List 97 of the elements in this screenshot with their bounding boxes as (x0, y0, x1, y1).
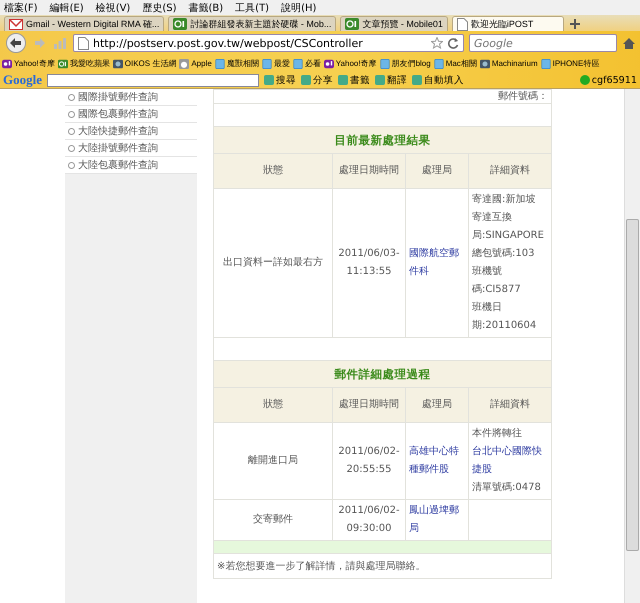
page-icon (456, 18, 468, 30)
bookmark-item[interactable]: Yahoo!奇摩 (2, 58, 55, 69)
menu-item[interactable]: 書籤(B) (188, 0, 224, 14)
site-icon (58, 58, 68, 68)
status-cell: 離開進口局 (214, 422, 332, 500)
bookmark-item[interactable]: 我愛吃蘋果 (58, 58, 110, 69)
square-icon (301, 75, 311, 85)
bullet-icon (68, 94, 75, 100)
menu-item[interactable]: 檢視(V) (96, 0, 130, 14)
sidebar-link[interactable]: 大陸掛號郵件查詢 (65, 140, 197, 157)
bookmark-item[interactable]: Machinarium (480, 58, 538, 68)
browser-tab[interactable]: Gmail - Western Digital RMA 確... (4, 16, 164, 31)
plus-icon (568, 17, 582, 31)
field-label: 郵件號碼： (498, 91, 548, 102)
bookmark-item[interactable]: 最愛 (262, 58, 290, 69)
column-header: 處理日期時間 (332, 154, 406, 188)
page-icon (78, 36, 89, 50)
bar-chart-icon (52, 36, 68, 50)
menu-item[interactable]: 檔案(F) (4, 0, 38, 14)
column-header: 處理局 (406, 154, 468, 188)
scrollbar-thumb[interactable] (626, 219, 639, 551)
office-link[interactable]: 國際航空郵件科 (406, 188, 468, 338)
bullet-icon (68, 162, 75, 168)
folder-icon (540, 58, 551, 68)
status-cell: 出口資料ー詳如最右方 (214, 188, 332, 338)
bookmark-item[interactable]: 魔獸相關 (214, 58, 259, 69)
bookmark-item[interactable]: 朋友們blog (380, 58, 431, 69)
menu-item[interactable]: 編輯(E) (50, 0, 84, 14)
search-field[interactable]: Google (469, 34, 617, 52)
user-account[interactable]: cgf65911 (580, 74, 637, 86)
sidebar-link[interactable]: 國際包裹郵件查詢 (65, 106, 197, 123)
date-cell: 2011/06/03-11:13:55 (332, 188, 406, 338)
browser-tab[interactable]: 討論群組發表新主題於硬碟 - Mob... (168, 16, 336, 31)
detail-text: 班機日期:20110604 (472, 300, 538, 333)
bookmark-item[interactable]: OIKOS 生活網 (112, 58, 176, 69)
toolbar-button[interactable]: 分享 (301, 74, 333, 86)
folder-icon (262, 58, 272, 68)
square-icon (375, 75, 385, 85)
square-icon (412, 75, 422, 85)
column-header: 處理日期時間 (332, 388, 406, 422)
folder-icon (292, 58, 303, 68)
site-icon (173, 18, 188, 30)
bullet-icon (68, 110, 75, 118)
office-link[interactable]: 高雄中心特種郵件股 (406, 422, 468, 500)
sidebar-link[interactable]: 大陸快捷郵件查詢 (65, 123, 197, 140)
folder-icon (380, 58, 390, 68)
detail-text: 總包號碼:103 (472, 246, 536, 261)
footer-note: ※若您想要進一步了解詳情，請與處理局聯絡。 (214, 554, 552, 578)
menu-item[interactable]: 歷史(S) (142, 0, 176, 14)
column-header: 狀態 (214, 388, 332, 422)
bookmark-item[interactable]: Mac相關 (434, 58, 477, 69)
section-title: 目前最新處理結果 (214, 126, 552, 154)
square-icon (338, 75, 348, 85)
detail-text: 寄達互換局:SINGAPORE (472, 210, 545, 243)
address-bar[interactable]: http://postserv.post.gov.tw/webpost/CSController (73, 34, 464, 52)
sidebar-link[interactable]: 國際掛號郵件查詢 (65, 89, 197, 106)
date-cell: 2011/06/02-20:55:55 (332, 422, 406, 500)
column-header: 狀態 (214, 154, 332, 188)
detail-text: 本件將轉往 (472, 428, 522, 439)
menu-item[interactable]: 工具(T) (235, 0, 270, 14)
sidebar-link[interactable]: 大陸包裹郵件查詢 (65, 157, 197, 174)
app-icon (112, 58, 123, 68)
reload-icon (447, 37, 459, 49)
status-dot-icon (580, 75, 590, 85)
bookmark-item[interactable]: Yahoo!奇摩 (324, 58, 377, 69)
column-header: 處理局 (406, 388, 468, 422)
detail-text: 清單號碼:0478 (472, 480, 542, 495)
forward-icon (33, 36, 47, 50)
browser-tab[interactable]: 歡迎光臨iPOST (452, 16, 564, 31)
toolbar-button[interactable]: 搜尋 (264, 74, 296, 86)
detail-text: 班機號碼:CI5877 (472, 264, 522, 297)
bookmark-item[interactable]: Apple (179, 58, 212, 68)
google-search-field[interactable] (47, 74, 259, 86)
star-icon (431, 37, 443, 49)
detail-text: 寄達國:新加坡 (472, 192, 536, 207)
bullet-icon (68, 128, 75, 134)
menu-item[interactable]: 說明(H) (281, 0, 316, 14)
bullet-icon (68, 144, 75, 152)
app-icon (480, 58, 490, 68)
column-header: 詳細資料 (468, 154, 552, 188)
site-icon (345, 18, 360, 30)
column-header: 詳細資料 (468, 388, 552, 422)
toolbar-button[interactable]: 自動填入 (412, 74, 464, 86)
toolbar-button[interactable]: 書籤 (338, 74, 370, 86)
bookmark-item[interactable]: 必看 (292, 58, 321, 69)
home-icon (622, 36, 636, 50)
bookmark-item[interactable]: IPHONE特區 (540, 58, 600, 69)
mail-icon (9, 18, 23, 30)
office-link[interactable]: 台北中心國際快捷股 (472, 443, 548, 479)
folder-icon (214, 58, 225, 68)
back-icon (4, 33, 28, 53)
square-icon (264, 75, 274, 85)
folder-icon (434, 58, 444, 68)
section-title: 郵件詳細處理過程 (214, 360, 552, 388)
browser-tab[interactable]: 文章預覽 - Mobile01 (340, 16, 448, 31)
google-logo: Google (3, 72, 42, 88)
toolbar-button[interactable]: 翻譯 (375, 74, 407, 86)
